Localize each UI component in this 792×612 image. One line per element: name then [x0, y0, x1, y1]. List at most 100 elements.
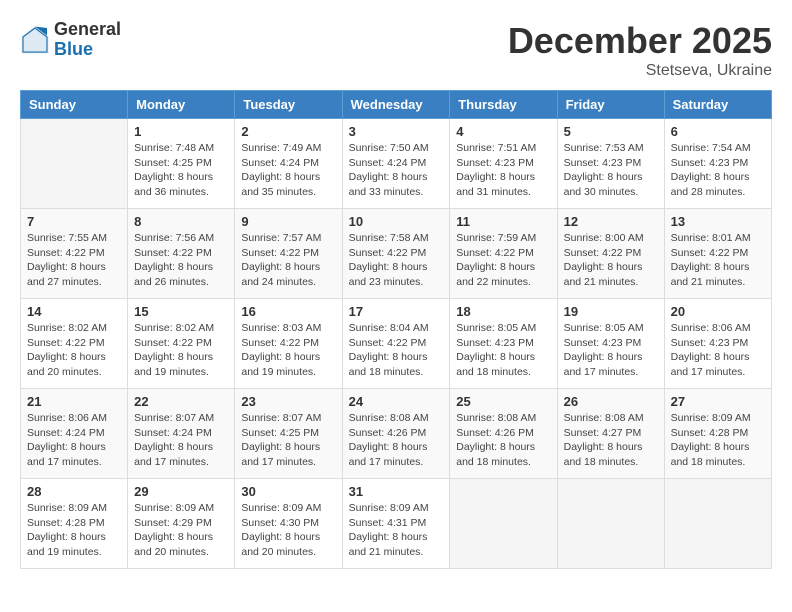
calendar-cell: 4Sunrise: 7:51 AM Sunset: 4:23 PM Daylig… — [450, 119, 557, 209]
day-info: Sunrise: 7:59 AM Sunset: 4:22 PM Dayligh… — [456, 231, 550, 290]
calendar-cell: 5Sunrise: 7:53 AM Sunset: 4:23 PM Daylig… — [557, 119, 664, 209]
calendar-cell: 10 Sunrise: 7:58 AM Sunset: 4:22 PM Dayli… — [342, 209, 450, 299]
day-info: Sunrise: 8:02 AM Sunset: 4:22 PM Dayligh… — [27, 321, 121, 380]
day-info: Sunrise: 8:05 AM Sunset: 4:23 PM Dayligh… — [564, 321, 658, 380]
calendar-cell: 9 Sunrise: 7:57 AM Sunset: 4:22 PM Daylig… — [235, 209, 342, 299]
calendar-cell: 23Sunrise: 8:07 AM Sunset: 4:25 PM Dayli… — [235, 389, 342, 479]
day-number: 3 — [349, 124, 444, 139]
calendar-week-row-1: 1 Sunrise: 7:48 AM Sunset: 4:25 PM Daylig… — [21, 119, 772, 209]
calendar-cell: 15 Sunrise: 8:02 AM Sunset: 4:22 PM Dayli… — [128, 299, 235, 389]
day-info: Sunrise: 7:57 AM Sunset: 4:22 PM Dayligh… — [241, 231, 335, 290]
day-number: 19 — [564, 304, 658, 319]
day-number: 9 — [241, 214, 335, 229]
calendar-cell: 24 Sunrise: 8:08 AM Sunset: 4:26 PM Dayli… — [342, 389, 450, 479]
day-info: Sunrise: 8:05 AM Sunset: 4:23 PM Dayligh… — [456, 321, 550, 380]
day-info: Sunrise: 8:09 AM Sunset: 4:28 PM Dayligh… — [27, 501, 121, 560]
day-number: 2 — [241, 124, 335, 139]
calendar-cell: 8 Sunrise: 7:56 AM Sunset: 4:22 PM Daylig… — [128, 209, 235, 299]
day-info: Sunrise: 8:06 AM Sunset: 4:24 PM Dayligh… — [27, 411, 121, 470]
calendar-cell: 26 Sunrise: 8:08 AM Sunset: 4:27 PM Dayli… — [557, 389, 664, 479]
calendar-week-row-5: 28 Sunrise: 8:09 AM Sunset: 4:28 PM Dayli… — [21, 479, 772, 569]
calendar-cell: 21 Sunrise: 8:06 AM Sunset: 4:24 PM Dayli… — [21, 389, 128, 479]
calendar-cell: 30 Sunrise: 8:09 AM Sunset: 4:30 PM Dayli… — [235, 479, 342, 569]
day-number: 27 — [671, 394, 765, 409]
day-info: Sunrise: 8:04 AM Sunset: 4:22 PM Dayligh… — [349, 321, 444, 380]
day-number: 28 — [27, 484, 121, 499]
day-number: 1 — [134, 124, 228, 139]
calendar-week-row-2: 7Sunrise: 7:55 AM Sunset: 4:22 PM Daylig… — [21, 209, 772, 299]
day-number: 26 — [564, 394, 658, 409]
day-number: 16 — [241, 304, 335, 319]
calendar-cell: 3 Sunrise: 7:50 AM Sunset: 4:24 PM Daylig… — [342, 119, 450, 209]
day-info: Sunrise: 8:09 AM Sunset: 4:28 PM Dayligh… — [671, 411, 765, 470]
month-title: December 2025 — [508, 20, 772, 62]
calendar-cell — [450, 479, 557, 569]
day-info: Sunrise: 8:01 AM Sunset: 4:22 PM Dayligh… — [671, 231, 765, 290]
title-block: December 2025 Stetseva, Ukraine — [508, 20, 772, 80]
calendar-cell: 2 Sunrise: 7:49 AM Sunset: 4:24 PM Daylig… — [235, 119, 342, 209]
day-info: Sunrise: 7:56 AM Sunset: 4:22 PM Dayligh… — [134, 231, 228, 290]
calendar-cell: 27 Sunrise: 8:09 AM Sunset: 4:28 PM Dayli… — [664, 389, 771, 479]
calendar-cell: 12Sunrise: 8:00 AM Sunset: 4:22 PM Dayli… — [557, 209, 664, 299]
logo-general-text: General — [54, 20, 121, 40]
day-number: 15 — [134, 304, 228, 319]
calendar-cell: 16 Sunrise: 8:03 AM Sunset: 4:22 PM Dayli… — [235, 299, 342, 389]
calendar-cell: 1 Sunrise: 7:48 AM Sunset: 4:25 PM Daylig… — [128, 119, 235, 209]
calendar-week-row-3: 14Sunrise: 8:02 AM Sunset: 4:22 PM Dayli… — [21, 299, 772, 389]
day-number: 29 — [134, 484, 228, 499]
logo-text: General Blue — [54, 20, 121, 60]
day-number: 20 — [671, 304, 765, 319]
calendar-cell: 19 Sunrise: 8:05 AM Sunset: 4:23 PM Dayli… — [557, 299, 664, 389]
calendar-cell: 31Sunrise: 8:09 AM Sunset: 4:31 PM Dayli… — [342, 479, 450, 569]
day-number: 10 — [349, 214, 444, 229]
weekday-header-saturday: Saturday — [664, 91, 771, 119]
calendar-cell: 25Sunrise: 8:08 AM Sunset: 4:26 PM Dayli… — [450, 389, 557, 479]
day-number: 31 — [349, 484, 444, 499]
location-subtitle: Stetseva, Ukraine — [508, 62, 772, 80]
day-number: 8 — [134, 214, 228, 229]
calendar-cell: 20Sunrise: 8:06 AM Sunset: 4:23 PM Dayli… — [664, 299, 771, 389]
calendar-cell: 22 Sunrise: 8:07 AM Sunset: 4:24 PM Dayli… — [128, 389, 235, 479]
weekday-header-tuesday: Tuesday — [235, 91, 342, 119]
weekday-header-wednesday: Wednesday — [342, 91, 450, 119]
day-info: Sunrise: 7:54 AM Sunset: 4:23 PM Dayligh… — [671, 141, 765, 200]
day-info: Sunrise: 7:48 AM Sunset: 4:25 PM Dayligh… — [134, 141, 228, 200]
day-info: Sunrise: 7:58 AM Sunset: 4:22 PM Dayligh… — [349, 231, 444, 290]
day-info: Sunrise: 8:09 AM Sunset: 4:29 PM Dayligh… — [134, 501, 228, 560]
day-number: 21 — [27, 394, 121, 409]
day-info: Sunrise: 7:50 AM Sunset: 4:24 PM Dayligh… — [349, 141, 444, 200]
day-number: 22 — [134, 394, 228, 409]
calendar-cell: 7Sunrise: 7:55 AM Sunset: 4:22 PM Daylig… — [21, 209, 128, 299]
day-info: Sunrise: 8:07 AM Sunset: 4:24 PM Dayligh… — [134, 411, 228, 470]
day-info: Sunrise: 8:08 AM Sunset: 4:26 PM Dayligh… — [349, 411, 444, 470]
day-number: 24 — [349, 394, 444, 409]
logo-blue-text: Blue — [54, 40, 121, 60]
page-header: General Blue December 2025 Stetseva, Ukr… — [20, 20, 772, 80]
calendar-header-row: SundayMondayTuesdayWednesdayThursdayFrid… — [21, 91, 772, 119]
weekday-header-thursday: Thursday — [450, 91, 557, 119]
day-number: 30 — [241, 484, 335, 499]
calendar-cell: 14Sunrise: 8:02 AM Sunset: 4:22 PM Dayli… — [21, 299, 128, 389]
calendar-cell — [21, 119, 128, 209]
day-number: 13 — [671, 214, 765, 229]
day-number: 12 — [564, 214, 658, 229]
calendar-cell: 13 Sunrise: 8:01 AM Sunset: 4:22 PM Dayli… — [664, 209, 771, 299]
day-info: Sunrise: 7:49 AM Sunset: 4:24 PM Dayligh… — [241, 141, 335, 200]
weekday-header-sunday: Sunday — [21, 91, 128, 119]
calendar-cell — [557, 479, 664, 569]
day-info: Sunrise: 8:08 AM Sunset: 4:27 PM Dayligh… — [564, 411, 658, 470]
day-info: Sunrise: 8:02 AM Sunset: 4:22 PM Dayligh… — [134, 321, 228, 380]
day-info: Sunrise: 8:09 AM Sunset: 4:30 PM Dayligh… — [241, 501, 335, 560]
day-number: 17 — [349, 304, 444, 319]
day-number: 25 — [456, 394, 550, 409]
day-number: 6 — [671, 124, 765, 139]
day-number: 18 — [456, 304, 550, 319]
day-number: 7 — [27, 214, 121, 229]
logo: General Blue — [20, 20, 121, 60]
calendar-cell — [664, 479, 771, 569]
day-info: Sunrise: 8:03 AM Sunset: 4:22 PM Dayligh… — [241, 321, 335, 380]
calendar-cell: 17 Sunrise: 8:04 AM Sunset: 4:22 PM Dayli… — [342, 299, 450, 389]
calendar-cell: 6 Sunrise: 7:54 AM Sunset: 4:23 PM Daylig… — [664, 119, 771, 209]
calendar-cell: 18 Sunrise: 8:05 AM Sunset: 4:23 PM Dayli… — [450, 299, 557, 389]
day-number: 5 — [564, 124, 658, 139]
